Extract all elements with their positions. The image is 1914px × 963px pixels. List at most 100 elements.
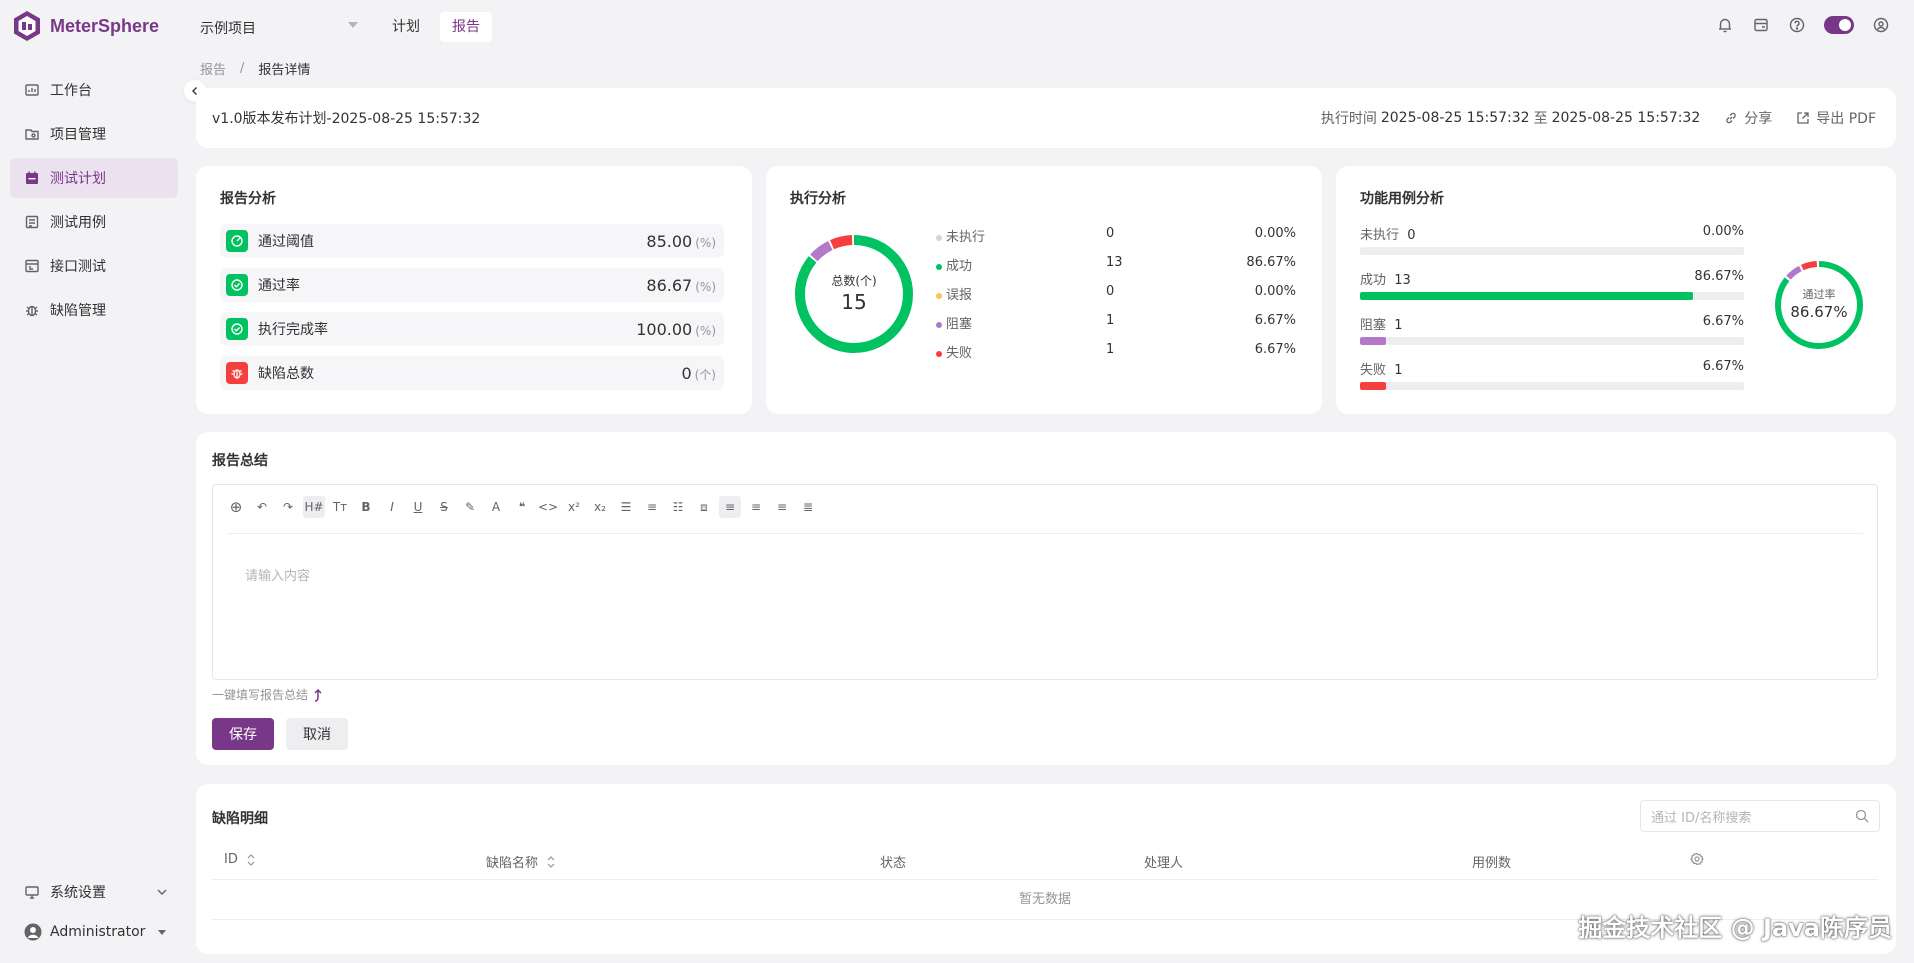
bar-label: 失败 (1360, 363, 1387, 378)
arrow-up-icon (314, 688, 322, 702)
underline-icon[interactable]: U (407, 496, 429, 518)
sort-icon[interactable] (546, 855, 556, 869)
test-case-icon (25, 215, 39, 229)
legend-count: 13 (1106, 255, 1123, 270)
one-click-fill-summary[interactable]: 一键填写报告总结 (212, 686, 322, 703)
code-block-icon[interactable]: ⧈ (693, 496, 715, 518)
align-center-icon[interactable]: ≡ (745, 496, 767, 518)
legend-count: 0 (1106, 284, 1115, 299)
column-name[interactable]: 缺陷名称 (486, 852, 556, 871)
link-icon (1726, 112, 1736, 124)
bar-label: 未执行 (1360, 228, 1400, 243)
metric-number: 100.00 (636, 319, 693, 339)
bold-icon[interactable]: B (355, 496, 377, 518)
save-button[interactable]: 保存 (212, 718, 274, 750)
subscript-icon[interactable]: x₂ (589, 496, 611, 518)
system-settings[interactable]: 系统设置 (10, 874, 178, 910)
project-icon (25, 129, 39, 140)
execution-analysis-card: 执行分析 总数(个) 15 未执行 0 0.00% 成功 13 86.67% 误报 0 0.… (766, 166, 1322, 414)
watermark: 掘金技术社区 @ Java陈序员 (1578, 914, 1892, 942)
legend-pct: 0.00% (1254, 284, 1296, 299)
bell-icon[interactable] (1716, 16, 1734, 34)
breadcrumb-separator: / (240, 60, 245, 76)
share-button[interactable]: 分享 (1724, 108, 1772, 128)
sidebar-item-api-test[interactable]: 接口测试 (10, 246, 178, 286)
task-list-icon[interactable]: ☷ (667, 496, 689, 518)
legend-pct: 0.00% (1254, 226, 1296, 241)
functional-analysis-title: 功能用例分析 (1360, 191, 1444, 207)
sidebar-item-bug[interactable]: 缺陷管理 (10, 290, 178, 330)
strikethrough-icon[interactable]: S̶ (433, 496, 455, 518)
export-pdf-button[interactable]: 导出 PDF (1796, 108, 1876, 128)
column-id[interactable]: ID (224, 852, 256, 867)
ordered-list-icon[interactable]: ≡ (641, 496, 663, 518)
functional-analysis-card: 功能用例分析 未执行 0 0.00% 成功 13 86.67% 阻塞 1 6.67% … (1336, 166, 1896, 414)
test-plan-icon (26, 171, 38, 184)
search-icon[interactable] (1855, 809, 1869, 823)
summary-title: 报告总结 (212, 453, 268, 469)
legend-success: 成功 13 86.67% (936, 255, 1296, 277)
defect-search-input[interactable]: 通过 ID/名称搜索 (1640, 800, 1880, 832)
metric-pass-rate: 通过率 86.67 (%) (220, 268, 724, 302)
undo-icon[interactable]: ↶ (251, 496, 273, 518)
sidebar-item-label: 项目管理 (50, 127, 106, 143)
bar-fill (1360, 337, 1386, 345)
chevron-down-icon (157, 889, 167, 895)
column-settings[interactable] (1690, 852, 1704, 866)
defect-details-title: 缺陷明细 (212, 811, 268, 827)
sidebar-item-workbench[interactable]: 工作台 (10, 70, 178, 110)
app-logo[interactable]: MeterSphere (12, 10, 159, 42)
bar-track (1360, 337, 1744, 345)
nav-report[interactable]: 报告 (440, 12, 492, 42)
theme-toggle[interactable] (1824, 16, 1854, 34)
rich-text-editor[interactable]: ⊕ ↶ ↷ H# Tт B I U S̶ ✎ A ❝ <> x² x₂ ☰ ≡ ☷ ⧈ ≡ ≡ ≡ ≣ 请输入内容 (212, 484, 1878, 680)
align-right-icon[interactable]: ≡ (771, 496, 793, 518)
project-select[interactable]: 示例项目 (200, 14, 364, 42)
metric-label: 缺陷总数 (258, 366, 314, 382)
metersphere-logo-icon (14, 11, 40, 41)
add-icon[interactable]: ⊕ (225, 496, 247, 518)
report-title: v1.0版本发布计划-2025-08-25 15:57:32 (212, 111, 481, 127)
share-label: 分享 (1744, 111, 1773, 127)
metric-unit: (%) (695, 235, 716, 250)
heading-icon[interactable]: H# (303, 496, 325, 518)
highlight-icon[interactable]: ✎ (459, 496, 481, 518)
task-center-icon[interactable] (1752, 16, 1770, 34)
bar-count: 13 (1394, 273, 1411, 288)
sidebar-item-label: 测试计划 (50, 171, 106, 187)
exec-end: 2025-08-25 15:57:32 (1551, 110, 1701, 126)
code-icon[interactable]: <> (537, 496, 559, 518)
donut-segment-failed (1801, 261, 1818, 271)
top-bar: MeterSphere 示例项目 计划 报告 (0, 0, 1914, 56)
superscript-icon[interactable]: x² (563, 496, 585, 518)
sidebar-item-test-case[interactable]: 测试用例 (10, 202, 178, 242)
font-size-icon[interactable]: Tт (329, 496, 351, 518)
help-icon[interactable] (1788, 16, 1806, 34)
system-settings-label: 系统设置 (50, 885, 106, 901)
api-test-icon (25, 259, 39, 273)
breadcrumb-parent[interactable]: 报告 (200, 59, 226, 78)
legend-pct: 6.67% (1254, 313, 1296, 328)
sidebar-item-project[interactable]: 项目管理 (10, 114, 178, 154)
user-name: Administrator (50, 924, 146, 940)
functional-bar-success: 成功 13 86.67% (1360, 269, 1744, 300)
check-circle-icon (226, 318, 248, 340)
align-justify-icon[interactable]: ≣ (797, 496, 819, 518)
redo-icon[interactable]: ↷ (277, 496, 299, 518)
cancel-button[interactable]: 取消 (286, 718, 348, 750)
nav-plan[interactable]: 计划 (380, 12, 432, 42)
font-color-icon[interactable]: A (485, 496, 507, 518)
align-left-icon[interactable]: ≡ (719, 496, 741, 518)
gear-icon[interactable] (1690, 852, 1704, 866)
bullet-list-icon[interactable]: ☰ (615, 496, 637, 518)
quote-icon[interactable]: ❝ (511, 496, 533, 518)
italic-icon[interactable]: I (381, 496, 403, 518)
user-menu[interactable]: Administrator (10, 914, 178, 950)
sidebar-item-label: 接口测试 (50, 259, 106, 275)
column-label: 处理人 (1144, 856, 1184, 871)
column-case-count: 用例数 (1472, 852, 1511, 871)
personal-icon[interactable] (1872, 16, 1890, 34)
sort-icon[interactable] (246, 853, 256, 867)
metric-value: 100.00 (%) (636, 320, 716, 339)
sidebar-item-test-plan[interactable]: 测试计划 (10, 158, 178, 198)
